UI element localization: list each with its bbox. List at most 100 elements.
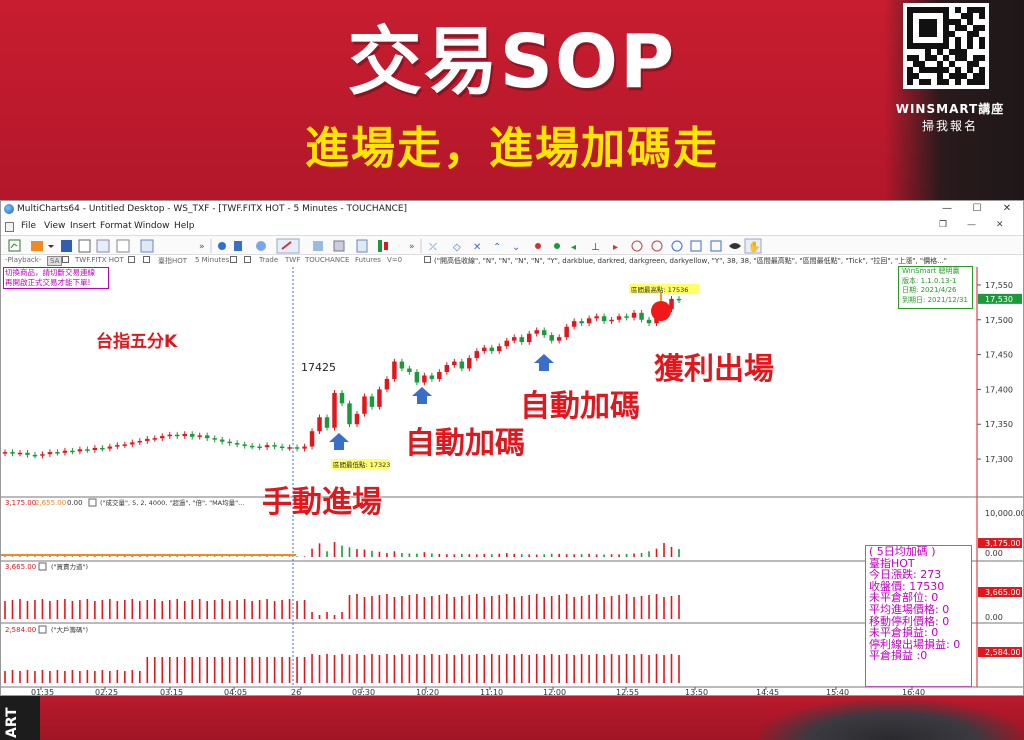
settings-icon[interactable] — [313, 241, 323, 251]
menu-file[interactable]: File — [21, 221, 36, 231]
candle-body — [40, 454, 45, 456]
pane3-bar — [4, 601, 6, 619]
pane3-bar — [213, 600, 216, 619]
pane4-bar — [655, 654, 658, 683]
qr-code[interactable] — [903, 3, 989, 89]
maximize-button[interactable]: ☐ — [963, 202, 991, 216]
new-chart-icon[interactable] — [8, 239, 21, 252]
arrow-left-icon[interactable]: ◂ — [571, 242, 576, 253]
print-icon[interactable] — [78, 239, 91, 253]
marker-red-icon[interactable] — [535, 243, 541, 249]
pane4-bar — [513, 655, 516, 683]
pane3-bar — [505, 594, 508, 619]
pane3-bar — [236, 600, 238, 619]
pane4-bar — [109, 671, 111, 683]
pane4-header-value: 2,584.00 — [5, 626, 36, 634]
volume-bar — [498, 553, 501, 557]
eye-icon[interactable] — [729, 243, 741, 249]
candle-body — [249, 445, 255, 448]
volume-bar — [378, 551, 381, 557]
sa-button[interactable]: SA — [47, 256, 63, 266]
pane4-bar — [228, 657, 231, 683]
symbol-name[interactable]: TWF.FITX HOT — [75, 256, 124, 264]
pane4-bar — [333, 655, 336, 683]
refresh-icon[interactable] — [671, 240, 683, 252]
pane3-bar — [303, 600, 306, 619]
volume-bar — [176, 556, 179, 557]
magnify-icon[interactable] — [256, 241, 266, 251]
volume-label: V=0 — [387, 256, 403, 264]
volume-bar — [565, 554, 568, 557]
volume-bar — [363, 549, 366, 557]
scroll-left-icon[interactable]: ⤫ — [429, 242, 437, 253]
hand-icon[interactable]: ✋ — [748, 240, 760, 253]
volume-bar — [198, 556, 201, 557]
volume-header-3: 0.00 — [67, 499, 83, 507]
pane4-bar — [49, 671, 51, 683]
pane3-close-box — [38, 562, 47, 571]
volume-bar — [161, 556, 164, 557]
pane3-bar — [603, 597, 605, 619]
candle-body — [459, 361, 465, 369]
time-axis-label: 02:25 — [95, 688, 118, 695]
menu-help[interactable]: Help — [174, 221, 195, 231]
exit-marker-icon — [651, 301, 671, 321]
arrow-up-icon[interactable]: ⌃ — [493, 242, 501, 253]
insert-study-icon[interactable] — [234, 241, 242, 251]
arrow-right-icon[interactable]: ▸ — [613, 242, 618, 253]
menu-view[interactable]: View — [44, 221, 65, 231]
volume-bar — [438, 553, 441, 557]
volume-bar — [595, 554, 598, 557]
candle-body — [17, 452, 23, 455]
candle-icon[interactable] — [378, 240, 382, 252]
volume-bar — [109, 556, 111, 557]
time-axis-label: 14:45 — [756, 688, 779, 695]
candle-body — [32, 454, 38, 457]
data-window-icon[interactable] — [333, 240, 345, 252]
chart-window-icon[interactable] — [140, 239, 154, 253]
trade-label[interactable]: Trade — [259, 256, 278, 264]
save-icon[interactable] — [61, 240, 72, 252]
chart-type-icon[interactable] — [356, 239, 368, 253]
bar-scale-icon[interactable]: ⊥ — [591, 242, 600, 253]
volume-header-1: 3,175.00 — [5, 499, 36, 507]
open-workspace-icon[interactable] — [31, 241, 43, 251]
volume-bar — [303, 556, 306, 557]
pane3-bar — [318, 615, 321, 619]
mdi-restore-icon[interactable]: ❐ — [939, 220, 947, 230]
minimize-button[interactable]: — — [933, 202, 961, 216]
playback-label[interactable]: -Playback- — [5, 256, 41, 264]
volume-bar — [528, 554, 531, 557]
pane3-bar — [490, 596, 493, 619]
volume-bar — [431, 553, 433, 557]
pane3-bar — [11, 600, 14, 619]
menu-format[interactable]: Format — [100, 221, 132, 231]
layout-icon[interactable] — [96, 239, 110, 253]
toolbar: » » ⤫ ◇ ✕ ⌃ ⌄ ◂ ⊥ ▸ ✋ — [1, 235, 1023, 255]
zoom-in-icon[interactable] — [631, 240, 643, 252]
pane3-header-value: 3,665.00 — [5, 563, 36, 571]
mdi-close-icon[interactable]: ✕ — [996, 220, 1004, 230]
properties-icon[interactable] — [116, 239, 130, 253]
warning-box: 切換商品，請切斷交易連線 再開啟正式交易才能下單! — [3, 267, 109, 289]
fit-icon[interactable] — [710, 240, 722, 252]
cursor-icon[interactable] — [218, 242, 226, 250]
mdi-minimize-icon[interactable]: — — [967, 220, 976, 230]
marker-green-icon[interactable] — [554, 243, 560, 249]
zoom-vertical-icon[interactable]: ✕ — [473, 242, 481, 253]
add-arrow-icon — [534, 354, 554, 371]
menu-insert[interactable]: Insert — [70, 221, 96, 231]
scroll-both-icon[interactable]: ◇ — [453, 242, 461, 253]
pane4-bar — [168, 657, 171, 683]
interval-label[interactable]: 5 Minutes — [195, 256, 229, 264]
arrow-down-icon[interactable]: ⌄ — [512, 242, 520, 253]
warning-line-2: 再開啟正式交易才能下單! — [5, 278, 91, 287]
volume-bar — [476, 554, 478, 557]
grid-icon[interactable] — [690, 240, 702, 252]
menu-window[interactable]: Window — [134, 221, 170, 231]
close-button[interactable]: ✕ — [993, 202, 1021, 216]
zoom-out-icon[interactable] — [651, 240, 663, 252]
volume-bar — [588, 553, 590, 557]
drawing-tool-icon[interactable] — [276, 238, 300, 254]
app-icon — [4, 204, 14, 214]
